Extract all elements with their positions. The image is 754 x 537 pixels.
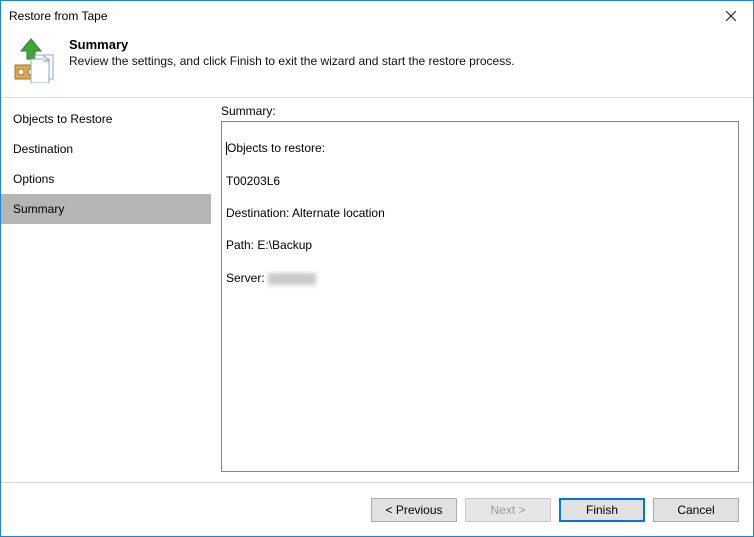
sidebar-item-summary[interactable]: Summary [1,194,211,224]
next-button: Next > [465,498,551,522]
wizard-window: Restore from Tape Summary [0,0,754,537]
wizard-header-text: Summary Review the settings, and click F… [69,37,515,68]
restore-tape-icon [11,37,57,83]
summary-line-server-prefix: Server: [226,271,268,285]
window-title: Restore from Tape [9,9,708,23]
wizard-header: Summary Review the settings, and click F… [1,31,753,97]
server-name-redacted [268,273,316,285]
summary-textbox[interactable]: Objects to restore: T00203L6 Destination… [221,121,739,472]
wizard-step-description: Review the settings, and click Finish to… [69,54,515,68]
previous-button[interactable]: < Previous [371,498,457,522]
summary-line-destination: Destination: Alternate location [226,205,734,221]
titlebar: Restore from Tape [1,1,753,31]
sidebar-item-options[interactable]: Options [1,164,211,194]
summary-line-path: Path: E:\Backup [226,237,734,253]
wizard-main: Summary: Objects to restore: T00203L6 De… [211,98,753,482]
sidebar-item-destination[interactable]: Destination [1,134,211,164]
close-button[interactable] [708,1,753,31]
wizard-body: Objects to Restore Destination Options S… [1,98,753,482]
wizard-step-title: Summary [69,37,515,52]
finish-button[interactable]: Finish [559,498,645,522]
summary-label: Summary: [221,104,739,118]
close-icon [726,11,736,21]
summary-line-objects: Objects to restore: [227,141,325,155]
wizard-sidebar: Objects to Restore Destination Options S… [1,98,211,482]
summary-line-tape: T00203L6 [226,173,734,189]
sidebar-item-objects[interactable]: Objects to Restore [1,104,211,134]
wizard-footer: < Previous Next > Finish Cancel [1,482,753,536]
cancel-button[interactable]: Cancel [653,498,739,522]
